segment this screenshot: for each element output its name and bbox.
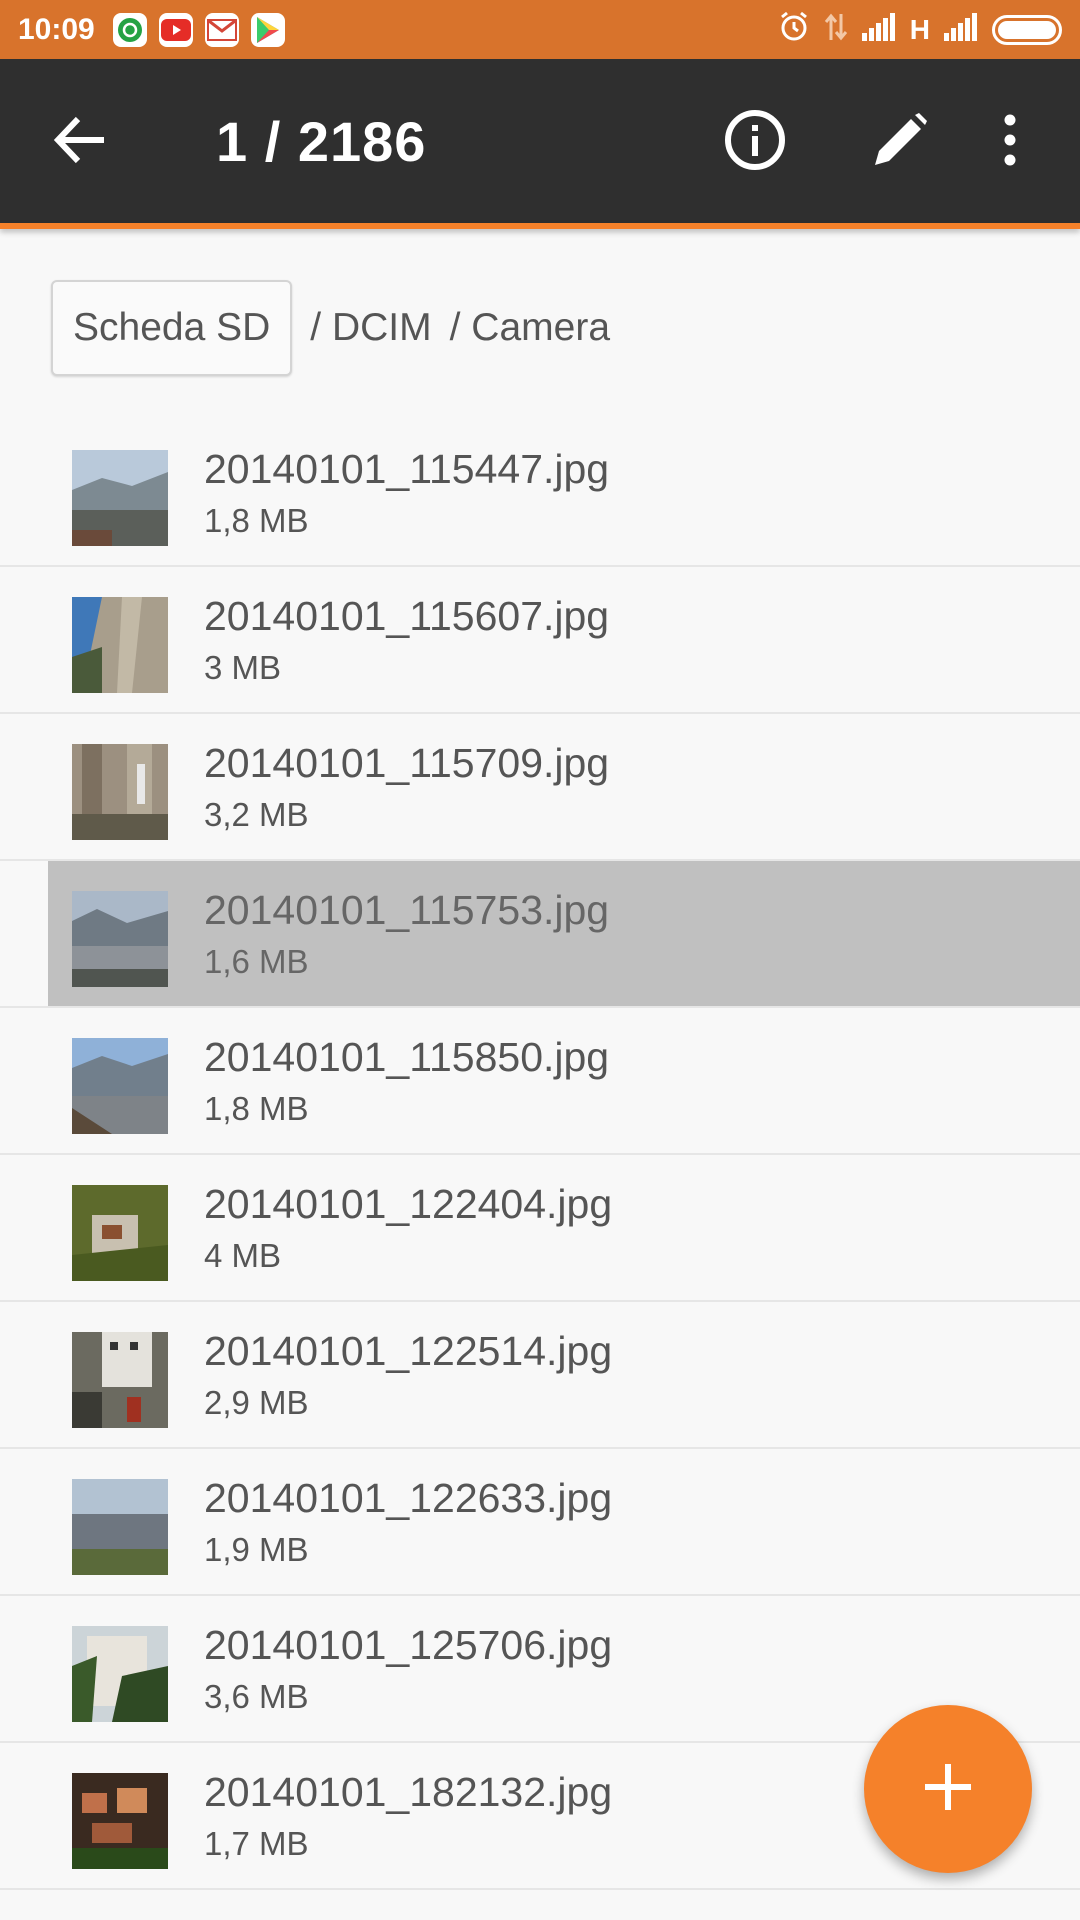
breadcrumb-item-dcim[interactable]: / DCIM <box>310 306 431 350</box>
file-size: 3 MB <box>204 649 282 686</box>
top-app-bar: 1 / 2186 <box>0 59 1080 225</box>
file-size: 3,6 MB <box>204 1678 309 1715</box>
toolbar-accent-line <box>0 223 1080 229</box>
more-options-button[interactable] <box>985 59 1035 225</box>
list-item[interactable]: 20140101_115607.jpg 3 MB <box>0 567 1080 714</box>
file-size: 1,8 MB <box>204 502 309 539</box>
list-item[interactable]: 20140101_122514.jpg 2,9 MB <box>0 1302 1080 1449</box>
file-size: 1,6 MB <box>204 943 309 980</box>
file-name: 20140101_182132.jpg <box>204 1769 613 1815</box>
list-item[interactable]: 20140101_122404.jpg 4 MB <box>0 1155 1080 1302</box>
image-thumbnail <box>72 1185 168 1281</box>
alarm-icon <box>778 11 810 48</box>
image-thumbnail <box>72 891 168 987</box>
file-name: 20140101_115607.jpg <box>204 593 610 639</box>
back-arrow-icon <box>52 115 108 170</box>
image-thumbnail <box>72 597 168 693</box>
image-thumbnail <box>72 450 168 546</box>
list-item-selected[interactable]: 20140101_115753.jpg 1,6 MB <box>0 861 1080 1008</box>
image-thumbnail <box>72 1773 168 1869</box>
image-thumbnail <box>72 744 168 840</box>
file-name: 20140101_122514.jpg <box>204 1328 613 1374</box>
youtube-icon <box>158 12 193 47</box>
image-thumbnail <box>72 1626 168 1722</box>
breadcrumb: Scheda SD / DCIM / Camera <box>0 278 1080 378</box>
status-bar: 10:09 H <box>0 0 1080 59</box>
list-item[interactable]: 20140101_115447.jpg 1,8 MB <box>0 420 1080 567</box>
edit-button[interactable] <box>860 59 940 225</box>
more-vert-icon <box>1002 114 1018 171</box>
file-size: 4 MB <box>204 1237 282 1274</box>
file-name: 20140101_115447.jpg <box>204 446 610 492</box>
add-fab-button[interactable] <box>864 1705 1032 1873</box>
file-size: 1,7 MB <box>204 1825 309 1862</box>
image-thumbnail <box>72 1038 168 1134</box>
data-arrows-icon <box>824 12 848 47</box>
signal-icon <box>944 13 978 46</box>
battery-icon <box>992 14 1062 45</box>
image-thumbnail <box>72 1332 168 1428</box>
file-size: 2,9 MB <box>204 1384 309 1421</box>
back-button[interactable] <box>40 59 120 225</box>
edit-pencil-icon <box>871 111 929 174</box>
file-list: 20140101_115447.jpg 1,8 MB 20140101_1156… <box>0 420 1080 1890</box>
file-name: 20140101_122633.jpg <box>204 1475 613 1521</box>
file-name: 20140101_122404.jpg <box>204 1181 613 1227</box>
list-item[interactable]: 20140101_115850.jpg 1,8 MB <box>0 1008 1080 1155</box>
file-name: 20140101_115850.jpg <box>204 1034 610 1080</box>
file-name: 20140101_125706.jpg <box>204 1622 613 1668</box>
breadcrumb-root-sd-card[interactable]: Scheda SD <box>51 280 293 376</box>
file-size: 1,8 MB <box>204 1090 309 1127</box>
list-item[interactable]: 20140101_122633.jpg 1,9 MB <box>0 1449 1080 1596</box>
file-size: 1,9 MB <box>204 1531 309 1568</box>
whatsapp-icon <box>112 12 147 47</box>
gmail-icon <box>204 12 239 47</box>
play-store-icon <box>250 12 285 47</box>
image-thumbnail <box>72 1479 168 1575</box>
network-type-label: H <box>909 13 930 45</box>
breadcrumb-item-camera[interactable]: / Camera <box>450 306 610 350</box>
file-name: 20140101_115709.jpg <box>204 740 610 786</box>
file-name: 20140101_115753.jpg <box>204 887 610 933</box>
add-icon <box>925 1763 971 1815</box>
file-size: 3,2 MB <box>204 796 309 833</box>
signal-icon <box>861 13 896 46</box>
info-button[interactable] <box>715 59 795 225</box>
page-counter-title: 1 / 2186 <box>216 110 427 173</box>
status-time: 10:09 <box>18 12 95 46</box>
info-icon <box>724 109 786 176</box>
list-item[interactable]: 20140101_115709.jpg 3,2 MB <box>0 714 1080 861</box>
